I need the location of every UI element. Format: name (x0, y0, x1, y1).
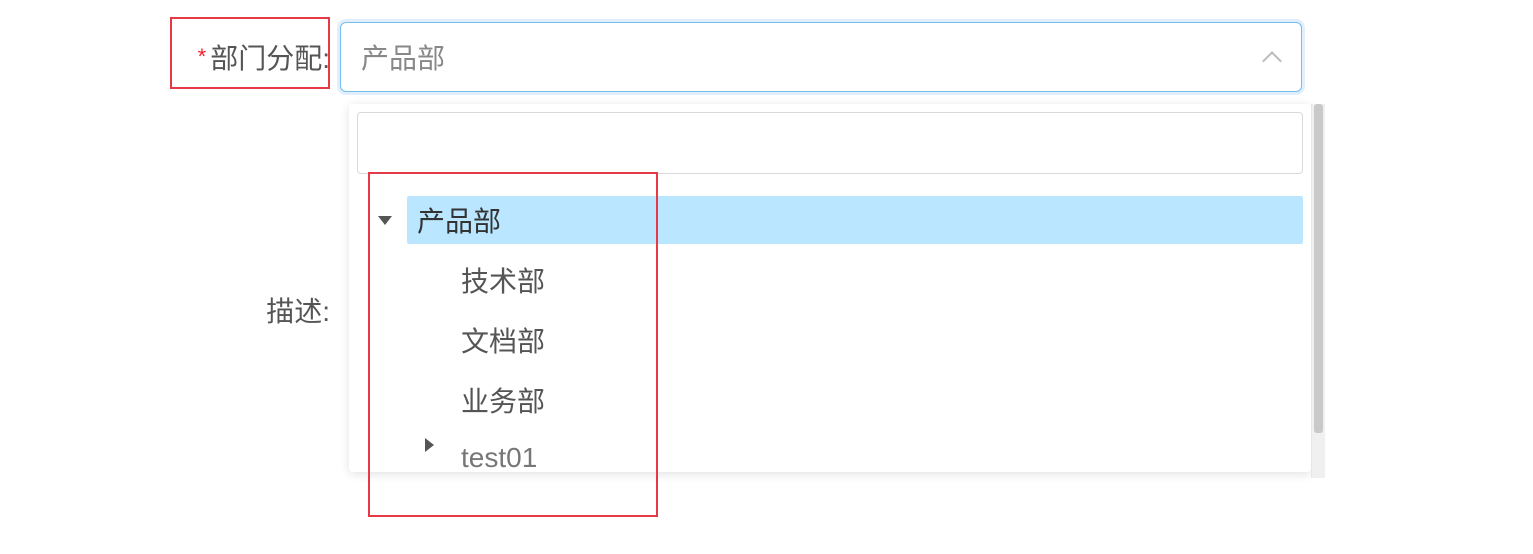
department-dropdown-panel: 产品部 技术部 文档部 业务部 test01 (349, 104, 1311, 472)
tree-node-test01[interactable]: test01 (357, 430, 1303, 470)
form-row-department: * 部门分配: 产品部 (0, 22, 1302, 92)
tree-node-business-dept[interactable]: 业务部 (357, 370, 1303, 430)
tree-node-tech-dept[interactable]: 技术部 (357, 250, 1303, 310)
tree-node-doc-dept[interactable]: 文档部 (357, 310, 1303, 370)
description-label-wrap: 描述: (0, 275, 340, 345)
scrollbar-thumb[interactable] (1314, 104, 1323, 433)
form-row-description: 描述: (0, 275, 340, 345)
chevron-up-icon (1263, 48, 1281, 66)
dropdown-scrollbar[interactable] (1311, 104, 1325, 478)
description-label: 描述: (266, 290, 330, 330)
department-label-wrap: * 部门分配: (0, 22, 340, 92)
tree-node-product-dept[interactable]: 产品部 (357, 190, 1303, 250)
tree-node-label: 产品部 (407, 196, 1303, 244)
department-tree: 产品部 技术部 文档部 业务部 test01 (357, 190, 1303, 472)
dropdown-search-input[interactable] (357, 112, 1303, 174)
tree-node-label: 业务部 (451, 376, 1303, 424)
department-select[interactable]: 产品部 (340, 22, 1302, 92)
department-select-value: 产品部 (361, 37, 1263, 77)
caret-down-icon[interactable] (367, 216, 403, 225)
required-asterisk: * (198, 44, 207, 70)
tree-node-label: 文档部 (451, 316, 1303, 364)
tree-node-label: test01 (451, 438, 1303, 470)
caret-right-icon[interactable] (411, 438, 447, 452)
tree-node-label: 技术部 (451, 256, 1303, 304)
department-label: 部门分配: (210, 37, 330, 77)
